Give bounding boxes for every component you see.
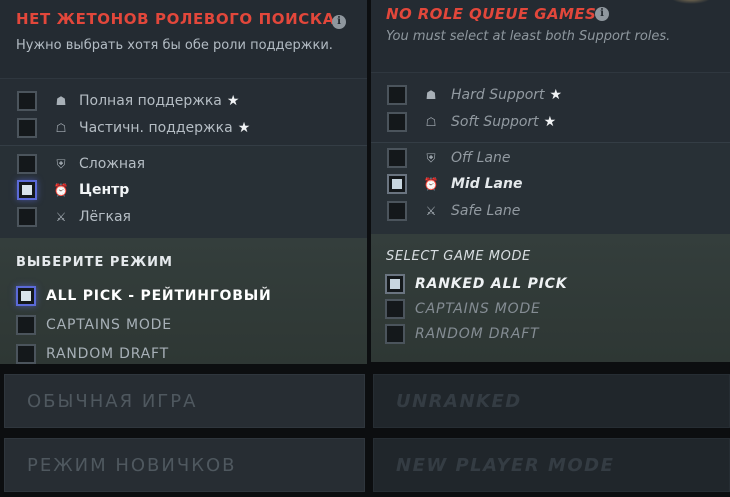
game-mode-group: SELECT GAME MODE RANKED ALL PICK CAPTAIN… — [371, 234, 730, 362]
soft-support-label: Частичн. поддержка — [79, 120, 233, 136]
midlane-checkbox[interactable] — [17, 180, 37, 200]
mode-row-captains-mode[interactable]: CAPTAINS MODE — [16, 313, 172, 337]
queue-warning-header: НЕТ ЖЕТОНОВ РОЛЕВОГО ПОИСКА i Нужно выбр… — [0, 0, 367, 78]
random-draft-checkbox[interactable] — [16, 344, 36, 364]
unranked-button[interactable]: UNRANKED — [373, 374, 730, 428]
hard-support-checkbox[interactable] — [17, 91, 37, 111]
game-mode-title: SELECT GAME MODE — [386, 249, 531, 264]
role-row-midlane[interactable]: ⏰ Центр — [17, 178, 129, 202]
role-row-offlane[interactable]: ⛨ Off Lane — [387, 146, 510, 170]
role-row-safelane[interactable]: ⚔ Safe Lane — [387, 199, 520, 223]
soft-support-checkbox[interactable] — [387, 112, 407, 132]
offlane-label: Off Lane — [451, 150, 511, 166]
offlane-icon: ⛨ — [56, 156, 66, 171]
mode-row-ranked-all-pick[interactable]: ALL PICK - РЕЙТИНГОВЫЙ — [16, 284, 272, 308]
midlane-label: Mid Lane — [451, 176, 523, 192]
safelane-label: Safe Lane — [451, 203, 521, 219]
safelane-icon: ⚔ — [425, 204, 437, 218]
soft-support-label: Soft Support — [451, 114, 539, 130]
soft-support-checkbox[interactable] — [17, 118, 37, 138]
soft-support-icon: ☖ — [425, 115, 437, 129]
role-row-soft-support[interactable]: ☖ Частичн. поддержка ★ — [17, 116, 250, 140]
captains-mode-checkbox[interactable] — [16, 315, 36, 335]
star-icon: ★ — [543, 114, 557, 130]
star-icon: ★ — [226, 93, 240, 109]
new-player-mode-button[interactable]: РЕЖИМ НОВИЧКОВ — [4, 438, 365, 492]
midlane-label: Центр — [79, 182, 130, 198]
role-row-hard-support[interactable]: ☗ Hard Support ★ — [387, 83, 562, 107]
safelane-checkbox[interactable] — [387, 201, 407, 221]
soft-support-icon: ☖ — [55, 121, 67, 135]
mode-row-ranked-all-pick[interactable]: RANKED ALL PICK — [385, 272, 567, 296]
support-requirement-text: You must select at least both Support ro… — [386, 29, 671, 44]
random-draft-checkbox[interactable] — [385, 324, 405, 344]
safelane-label: Лёгкая — [79, 209, 131, 225]
new-player-mode-button[interactable]: NEW PLAYER MODE — [373, 438, 730, 492]
hard-support-checkbox[interactable] — [387, 85, 407, 105]
mode-row-random-draft[interactable]: RANDOM DRAFT — [16, 342, 169, 366]
random-draft-label: RANDOM DRAFT — [46, 346, 170, 362]
midlane-icon: ⏰ — [53, 183, 69, 197]
left-panel-russian: НЕТ ЖЕТОНОВ РОЛЕВОГО ПОИСКА i Нужно выбр… — [0, 0, 367, 497]
support-requirement-text: Нужно выбрать хотя бы обе роли поддержки… — [16, 38, 333, 53]
no-role-queue-title: NO ROLE QUEUE GAMES — [386, 5, 597, 23]
captains-mode-label: CAPTAINS MODE — [46, 317, 172, 333]
role-row-safelane[interactable]: ⚔ Лёгкая — [17, 205, 131, 229]
hard-support-icon: ☗ — [55, 94, 67, 108]
info-icon[interactable]: i — [332, 15, 346, 29]
role-row-soft-support[interactable]: ☖ Soft Support ★ — [387, 110, 556, 134]
corner-glow-decoration — [671, 0, 711, 4]
no-role-queue-title: НЕТ ЖЕТОНОВ РОЛЕВОГО ПОИСКА — [16, 10, 335, 28]
captains-mode-label: CAPTAINS MODE — [415, 301, 541, 317]
offlane-checkbox[interactable] — [387, 148, 407, 168]
star-icon: ★ — [237, 120, 251, 136]
game-mode-title: ВЫБЕРИТЕ РЕЖИМ — [16, 255, 173, 270]
hard-support-label: Полная поддержка — [79, 93, 222, 109]
hard-support-label: Hard Support — [451, 87, 545, 103]
mode-row-random-draft[interactable]: RANDOM DRAFT — [385, 322, 539, 346]
mode-row-captains-mode[interactable]: CAPTAINS MODE — [385, 297, 541, 321]
star-icon: ★ — [549, 87, 563, 103]
game-mode-group: ВЫБЕРИТЕ РЕЖИМ ALL PICK - РЕЙТИНГОВЫЙ CA… — [0, 238, 367, 364]
role-row-midlane[interactable]: ⏰ Mid Lane — [387, 172, 522, 196]
offlane-icon: ⛨ — [426, 150, 436, 165]
normal-game-button[interactable]: ОБЫЧНАЯ ИГРА — [4, 374, 365, 428]
captains-mode-checkbox[interactable] — [385, 299, 405, 319]
support-roles-group: ☗ Полная поддержка ★ ☖ Частичн. поддержк… — [0, 78, 367, 145]
safelane-checkbox[interactable] — [17, 207, 37, 227]
lane-roles-group: ⛨ Сложная ⏰ Центр ⚔ Лёгкая — [0, 145, 367, 238]
ranked-all-pick-checkbox[interactable] — [385, 274, 405, 294]
ranked-all-pick-label: RANKED ALL PICK — [415, 276, 568, 292]
ranked-all-pick-checkbox[interactable] — [16, 286, 36, 306]
queue-warning-header: NO ROLE QUEUE GAMES i You must select at… — [371, 0, 730, 72]
right-panel-english: NO ROLE QUEUE GAMES i You must select at… — [371, 0, 730, 497]
lane-roles-group: ⛨ Off Lane ⏰ Mid Lane ⚔ Safe Lane — [371, 142, 730, 234]
offlane-label: Сложная — [79, 156, 146, 172]
offlane-checkbox[interactable] — [17, 154, 37, 174]
role-row-hard-support[interactable]: ☗ Полная поддержка ★ — [17, 89, 239, 113]
info-icon[interactable]: i — [595, 7, 609, 21]
midlane-icon: ⏰ — [423, 177, 439, 191]
support-roles-group: ☗ Hard Support ★ ☖ Soft Support ★ — [371, 72, 730, 142]
midlane-checkbox[interactable] — [387, 174, 407, 194]
ranked-all-pick-label: ALL PICK - РЕЙТИНГОВЫЙ — [46, 288, 272, 304]
safelane-icon: ⚔ — [55, 210, 67, 224]
hard-support-icon: ☗ — [425, 88, 437, 102]
random-draft-label: RANDOM DRAFT — [415, 326, 540, 342]
role-row-offlane[interactable]: ⛨ Сложная — [17, 152, 145, 176]
